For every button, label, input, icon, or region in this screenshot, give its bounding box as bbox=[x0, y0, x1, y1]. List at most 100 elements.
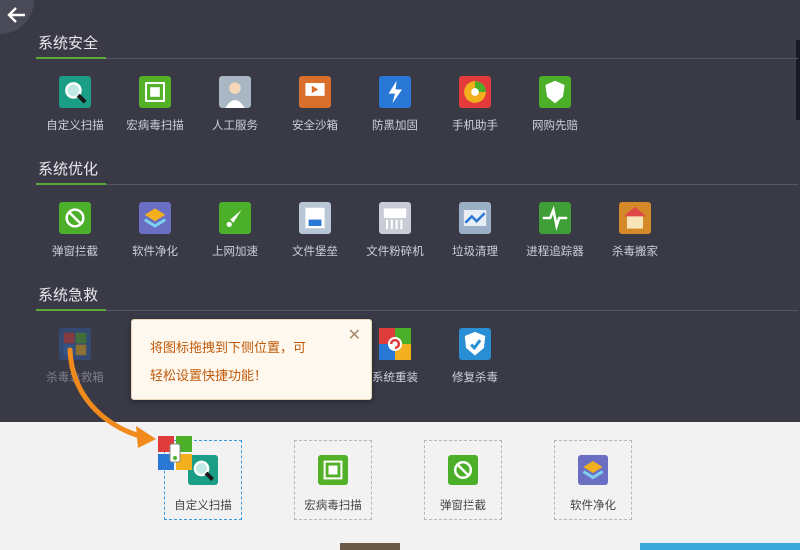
tool-item[interactable]: 手机助手 bbox=[435, 76, 515, 140]
tool-icon bbox=[619, 202, 651, 234]
section-accent bbox=[36, 309, 106, 311]
tool-label: 上网加速 bbox=[212, 244, 258, 258]
tool-item[interactable]: 安全沙箱 bbox=[275, 76, 355, 140]
broom-icon bbox=[459, 202, 491, 234]
shield-cart-icon bbox=[539, 76, 571, 108]
rocket-icon bbox=[219, 202, 251, 234]
tool-item[interactable]: 杀毒搬家 bbox=[595, 202, 675, 266]
window-edge bbox=[796, 40, 800, 120]
shortcut-icon bbox=[448, 455, 478, 485]
tool-label: 人工服务 bbox=[212, 118, 258, 132]
tool-label: 安全沙箱 bbox=[292, 118, 338, 132]
tool-icon bbox=[59, 202, 91, 234]
shortcut-icon bbox=[578, 455, 608, 485]
tool-label: 软件净化 bbox=[132, 244, 178, 258]
tool-label: 文件粉碎机 bbox=[366, 244, 424, 258]
qr-scan-icon bbox=[139, 76, 171, 108]
doctor-icon bbox=[219, 76, 251, 108]
tool-icon bbox=[539, 202, 571, 234]
section-title-optimize: 系统优化 bbox=[38, 160, 99, 178]
tooltip-line-1: 将图标拖拽到下侧位置，可 bbox=[150, 341, 307, 356]
tool-item[interactable]: 文件堡垒 bbox=[275, 202, 355, 266]
tool-item[interactable]: 弹窗拦截 bbox=[35, 202, 115, 266]
tool-label: 宏病毒扫描 bbox=[126, 118, 184, 132]
tool-label: 杀毒搬家 bbox=[612, 244, 658, 258]
tooltip-line-2: 轻松设置快捷功能！ bbox=[150, 369, 268, 384]
tool-icon bbox=[379, 76, 411, 108]
phone-assistant-icon bbox=[459, 76, 491, 108]
tool-label: 垃圾清理 bbox=[452, 244, 498, 258]
tool-icon bbox=[299, 76, 331, 108]
windows-icon bbox=[158, 436, 192, 470]
shortcut-slot[interactable]: 弹窗拦截 bbox=[424, 440, 502, 520]
tool-icon bbox=[139, 76, 171, 108]
section-divider bbox=[36, 310, 798, 311]
section-divider bbox=[36, 184, 798, 185]
shortcut-slot[interactable]: 宏病毒扫描 bbox=[294, 440, 372, 520]
back-arrow-icon bbox=[7, 7, 25, 23]
file-fortress-icon bbox=[299, 202, 331, 234]
layers-icon bbox=[578, 455, 608, 485]
section-title-security: 系统安全 bbox=[38, 34, 99, 52]
shortcut-icon bbox=[188, 455, 218, 485]
tool-icon bbox=[299, 202, 331, 234]
tooltip-close-button[interactable]: ✕ bbox=[348, 325, 361, 344]
qr-scan-icon bbox=[318, 455, 348, 485]
shortcut-label: 弹窗拦截 bbox=[440, 498, 486, 512]
pulse-icon bbox=[539, 202, 571, 234]
tool-item[interactable]: 人工服务 bbox=[195, 76, 275, 140]
tool-item[interactable]: 修复杀毒 bbox=[435, 328, 515, 392]
tool-icon bbox=[219, 202, 251, 234]
section-accent bbox=[36, 57, 106, 59]
tool-item[interactable]: 宏病毒扫描 bbox=[115, 76, 195, 140]
magnifier-icon bbox=[59, 76, 91, 108]
house-icon bbox=[619, 202, 651, 234]
shortcut-slot[interactable]: 软件净化 bbox=[554, 440, 632, 520]
tool-item[interactable]: 自定义扫描 bbox=[35, 76, 115, 140]
wrench-shield-icon bbox=[459, 328, 491, 360]
tool-item[interactable]: 垃圾清理 bbox=[435, 202, 515, 266]
shortcut-label: 软件净化 bbox=[570, 498, 616, 512]
section-divider bbox=[36, 58, 798, 59]
shortcut-label: 自定义扫描 bbox=[174, 498, 232, 512]
tool-label: 手机助手 bbox=[452, 118, 498, 132]
tool-icon bbox=[539, 76, 571, 108]
tool-label: 网购先赔 bbox=[532, 118, 578, 132]
background-strip bbox=[340, 543, 400, 550]
shortcut-icon bbox=[318, 455, 348, 485]
tool-icon bbox=[379, 202, 411, 234]
tool-item[interactable]: 进程追踪器 bbox=[515, 202, 595, 266]
tool-label: 修复杀毒 bbox=[452, 370, 498, 384]
tool-label: 文件堡垒 bbox=[292, 244, 338, 258]
tool-item[interactable]: 防黑加固 bbox=[355, 76, 435, 140]
tool-item[interactable]: 文件粉碎机 bbox=[355, 202, 435, 266]
tool-icon bbox=[459, 202, 491, 234]
section-title-rescue: 系统急救 bbox=[38, 286, 99, 304]
tool-icon bbox=[139, 202, 171, 234]
tool-icon bbox=[459, 76, 491, 108]
sandbox-icon bbox=[299, 76, 331, 108]
tool-label: 弹窗拦截 bbox=[52, 244, 98, 258]
block-window-icon bbox=[59, 202, 91, 234]
tool-label: 进程追踪器 bbox=[526, 244, 584, 258]
tool-icon bbox=[459, 328, 491, 360]
background-strip bbox=[640, 543, 800, 550]
reinstall-icon bbox=[379, 328, 411, 360]
shortcut-label: 宏病毒扫描 bbox=[304, 498, 362, 512]
drag-hint-tooltip: 将图标拖拽到下侧位置，可 轻松设置快捷功能！ ✕ bbox=[131, 319, 372, 400]
tool-item[interactable]: 软件净化 bbox=[115, 202, 195, 266]
tool-icon bbox=[379, 328, 411, 360]
layers-icon bbox=[139, 202, 171, 234]
tool-item[interactable]: 上网加速 bbox=[195, 202, 275, 266]
shredder-icon bbox=[379, 202, 411, 234]
magnifier-icon bbox=[188, 455, 218, 485]
dragging-icon[interactable] bbox=[158, 436, 192, 470]
tool-label: 防黑加固 bbox=[372, 118, 418, 132]
tool-label: 自定义扫描 bbox=[46, 118, 104, 132]
tool-icon bbox=[219, 76, 251, 108]
section-accent bbox=[36, 183, 106, 185]
block-window-icon bbox=[448, 455, 478, 485]
tool-icon bbox=[59, 76, 91, 108]
back-button[interactable] bbox=[0, 0, 34, 34]
tool-item[interactable]: 网购先赔 bbox=[515, 76, 595, 140]
